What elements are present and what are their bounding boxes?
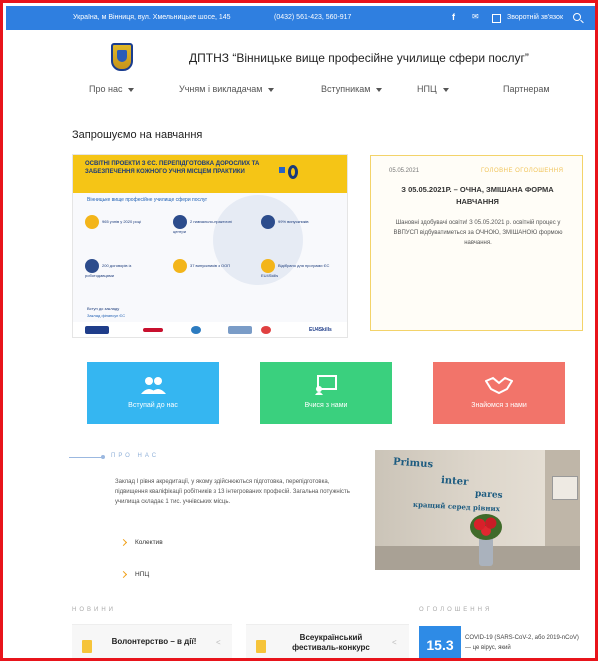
eu-logo-icon bbox=[85, 326, 109, 334]
partner-logo-icon bbox=[143, 328, 163, 332]
share-icon[interactable]: < bbox=[392, 638, 397, 647]
handshake-icon bbox=[485, 376, 513, 395]
news-header: НОВИНИ bbox=[72, 607, 116, 613]
news-card[interactable]: Волонтерство – в дії! < bbox=[72, 624, 232, 658]
announcements-header: ОГОЛОШЕННЯ bbox=[419, 607, 493, 613]
banner-foot-link: Заклад фінансує ЄС bbox=[87, 313, 126, 318]
users-icon bbox=[141, 377, 166, 394]
document-icon bbox=[82, 640, 92, 653]
search-icon[interactable] bbox=[573, 13, 581, 21]
partner-logo-icon bbox=[191, 326, 201, 334]
news-title[interactable]: Всеукраїнський фестиваль-конкурс bbox=[276, 633, 386, 653]
banner-subtitle: Вінницьке вище професійне училище сфери … bbox=[87, 197, 208, 203]
school-logo[interactable] bbox=[111, 43, 133, 71]
students-icon bbox=[85, 215, 99, 229]
logo-mark-icon bbox=[288, 165, 298, 179]
chevron-down-icon bbox=[442, 87, 449, 92]
banner-stat: 37 випускників з ООП bbox=[173, 259, 243, 273]
about-title: ПРО НАС bbox=[111, 453, 160, 459]
nav-item-npc[interactable]: НПЦ bbox=[417, 84, 449, 94]
banner-stat: 965 учнів у 2020 році bbox=[85, 215, 155, 229]
phone-text[interactable]: (0432) 561-423, 560-917 bbox=[274, 14, 351, 21]
announcement-date: 05.05.2021 bbox=[389, 168, 420, 174]
section-title: Запрошуємо на навчання bbox=[72, 129, 203, 141]
nav-label: Партнерам bbox=[503, 84, 550, 94]
chevron-right-icon bbox=[119, 538, 128, 546]
main-announcement[interactable]: 05.05.2021 ГОЛОВНЕ ОГОЛОШЕННЯ З 05.05.20… bbox=[370, 155, 583, 331]
partner-logos: EU4Skills bbox=[73, 322, 347, 337]
tile-study[interactable]: Вчися з нами bbox=[260, 362, 392, 424]
chevron-down-icon bbox=[268, 87, 275, 92]
top-bar: Україна, м Вінниця, вул. Хмельницьке шос… bbox=[6, 6, 595, 30]
school-photo: Primus inter pares кращий серед рівних bbox=[375, 450, 580, 570]
address-text: Україна, м Вінниця, вул. Хмельницьке шос… bbox=[73, 14, 231, 21]
news-card[interactable]: Всеукраїнський фестиваль-конкурс < bbox=[246, 624, 409, 658]
share-icon[interactable]: < bbox=[216, 638, 221, 647]
graduates-icon bbox=[261, 215, 275, 229]
mail-icon[interactable]: ✉ bbox=[472, 12, 479, 22]
about-text: Заклад І рівня акредитації, у якому здій… bbox=[115, 479, 350, 505]
site-title[interactable]: ДПТНЗ “Вінницьке вище професійне училище… bbox=[189, 51, 529, 65]
nav-label: НПЦ bbox=[417, 84, 437, 94]
nav-label: Учням і викладачам bbox=[179, 84, 263, 94]
partner-logo-icon bbox=[261, 326, 271, 334]
document-icon bbox=[256, 640, 266, 653]
tile-apply[interactable]: Вступай до нас bbox=[87, 362, 219, 424]
feedback-icon[interactable] bbox=[492, 14, 501, 23]
chevron-right-icon bbox=[119, 570, 128, 578]
chevron-down-icon bbox=[376, 87, 383, 92]
center-icon bbox=[173, 215, 187, 229]
banner-stat: 200 договорів із роботодавцями bbox=[85, 259, 155, 278]
announcement-body: Шановні здобувачі освіти! З 05.05.2021 р… bbox=[393, 220, 563, 246]
flag-icon bbox=[279, 167, 285, 179]
banner-stat: 99% випускників bbox=[261, 215, 331, 229]
about-dot bbox=[101, 455, 105, 459]
link-staff[interactable]: Колектив bbox=[119, 538, 163, 546]
contracts-icon bbox=[85, 259, 99, 273]
presentation-icon bbox=[315, 375, 337, 395]
nav-item-applicants[interactable]: Вступникам bbox=[321, 84, 383, 94]
nav-item-students[interactable]: Учням і викладачам bbox=[179, 84, 275, 94]
about-divider bbox=[69, 457, 103, 458]
nav-label: Вступникам bbox=[321, 84, 371, 94]
eu4skills-logo: EU4Skills bbox=[309, 327, 332, 333]
nav-item-partners[interactable]: Партнерам bbox=[503, 84, 550, 94]
page-frame: Україна, м Вінниця, вул. Хмельницьке шос… bbox=[0, 0, 598, 661]
nav-item-about[interactable]: Про нас bbox=[89, 84, 135, 94]
announcement-snippet[interactable]: COVID-19 (SARS-CoV-2, або 2019-nCoV) — ц… bbox=[465, 633, 585, 653]
tile-label: Вступай до нас bbox=[128, 402, 178, 409]
chevron-down-icon bbox=[128, 87, 135, 92]
promo-banner[interactable]: ОСВІТНІ ПРОЕКТИ З ЄС. ПЕРЕПІДГОТОВКА ДОР… bbox=[72, 154, 348, 338]
banner-foot-text: Вступ до закладу bbox=[87, 306, 120, 311]
announcement-tag: ГОЛОВНЕ ОГОЛОШЕННЯ bbox=[481, 168, 564, 174]
nav-label: Про нас bbox=[89, 84, 123, 94]
banner-headline: ОСВІТНІ ПРОЕКТИ З ЄС. ПЕРЕПІДГОТОВКА ДОР… bbox=[85, 161, 260, 175]
announcement-title[interactable]: З 05.05.2021Р. – ОЧНА, ЗМІШАНА ФОРМА НАВ… bbox=[381, 184, 574, 208]
flowers bbox=[470, 514, 502, 540]
eu-program-icon bbox=[261, 259, 275, 273]
news-title[interactable]: Волонтерство – в дії! bbox=[100, 637, 208, 647]
announcement-date-badge: 15.3 bbox=[419, 626, 461, 658]
accessibility-icon bbox=[173, 259, 187, 273]
partner-logo-icon bbox=[228, 326, 252, 334]
feedback-link[interactable]: Зворотній зв'язок bbox=[507, 14, 563, 21]
banner-stat: Відібрано для програми ЄС EU4Skills bbox=[261, 259, 331, 278]
tile-label: Вчися з нами bbox=[304, 402, 348, 409]
facebook-icon[interactable]: f bbox=[452, 12, 455, 22]
banner-stat: 2 навчально-практичні центри bbox=[173, 215, 243, 234]
tile-meet[interactable]: Знайомся з нами bbox=[433, 362, 565, 424]
link-npc[interactable]: НПЦ bbox=[119, 570, 149, 578]
tile-label: Знайомся з нами bbox=[471, 402, 527, 409]
